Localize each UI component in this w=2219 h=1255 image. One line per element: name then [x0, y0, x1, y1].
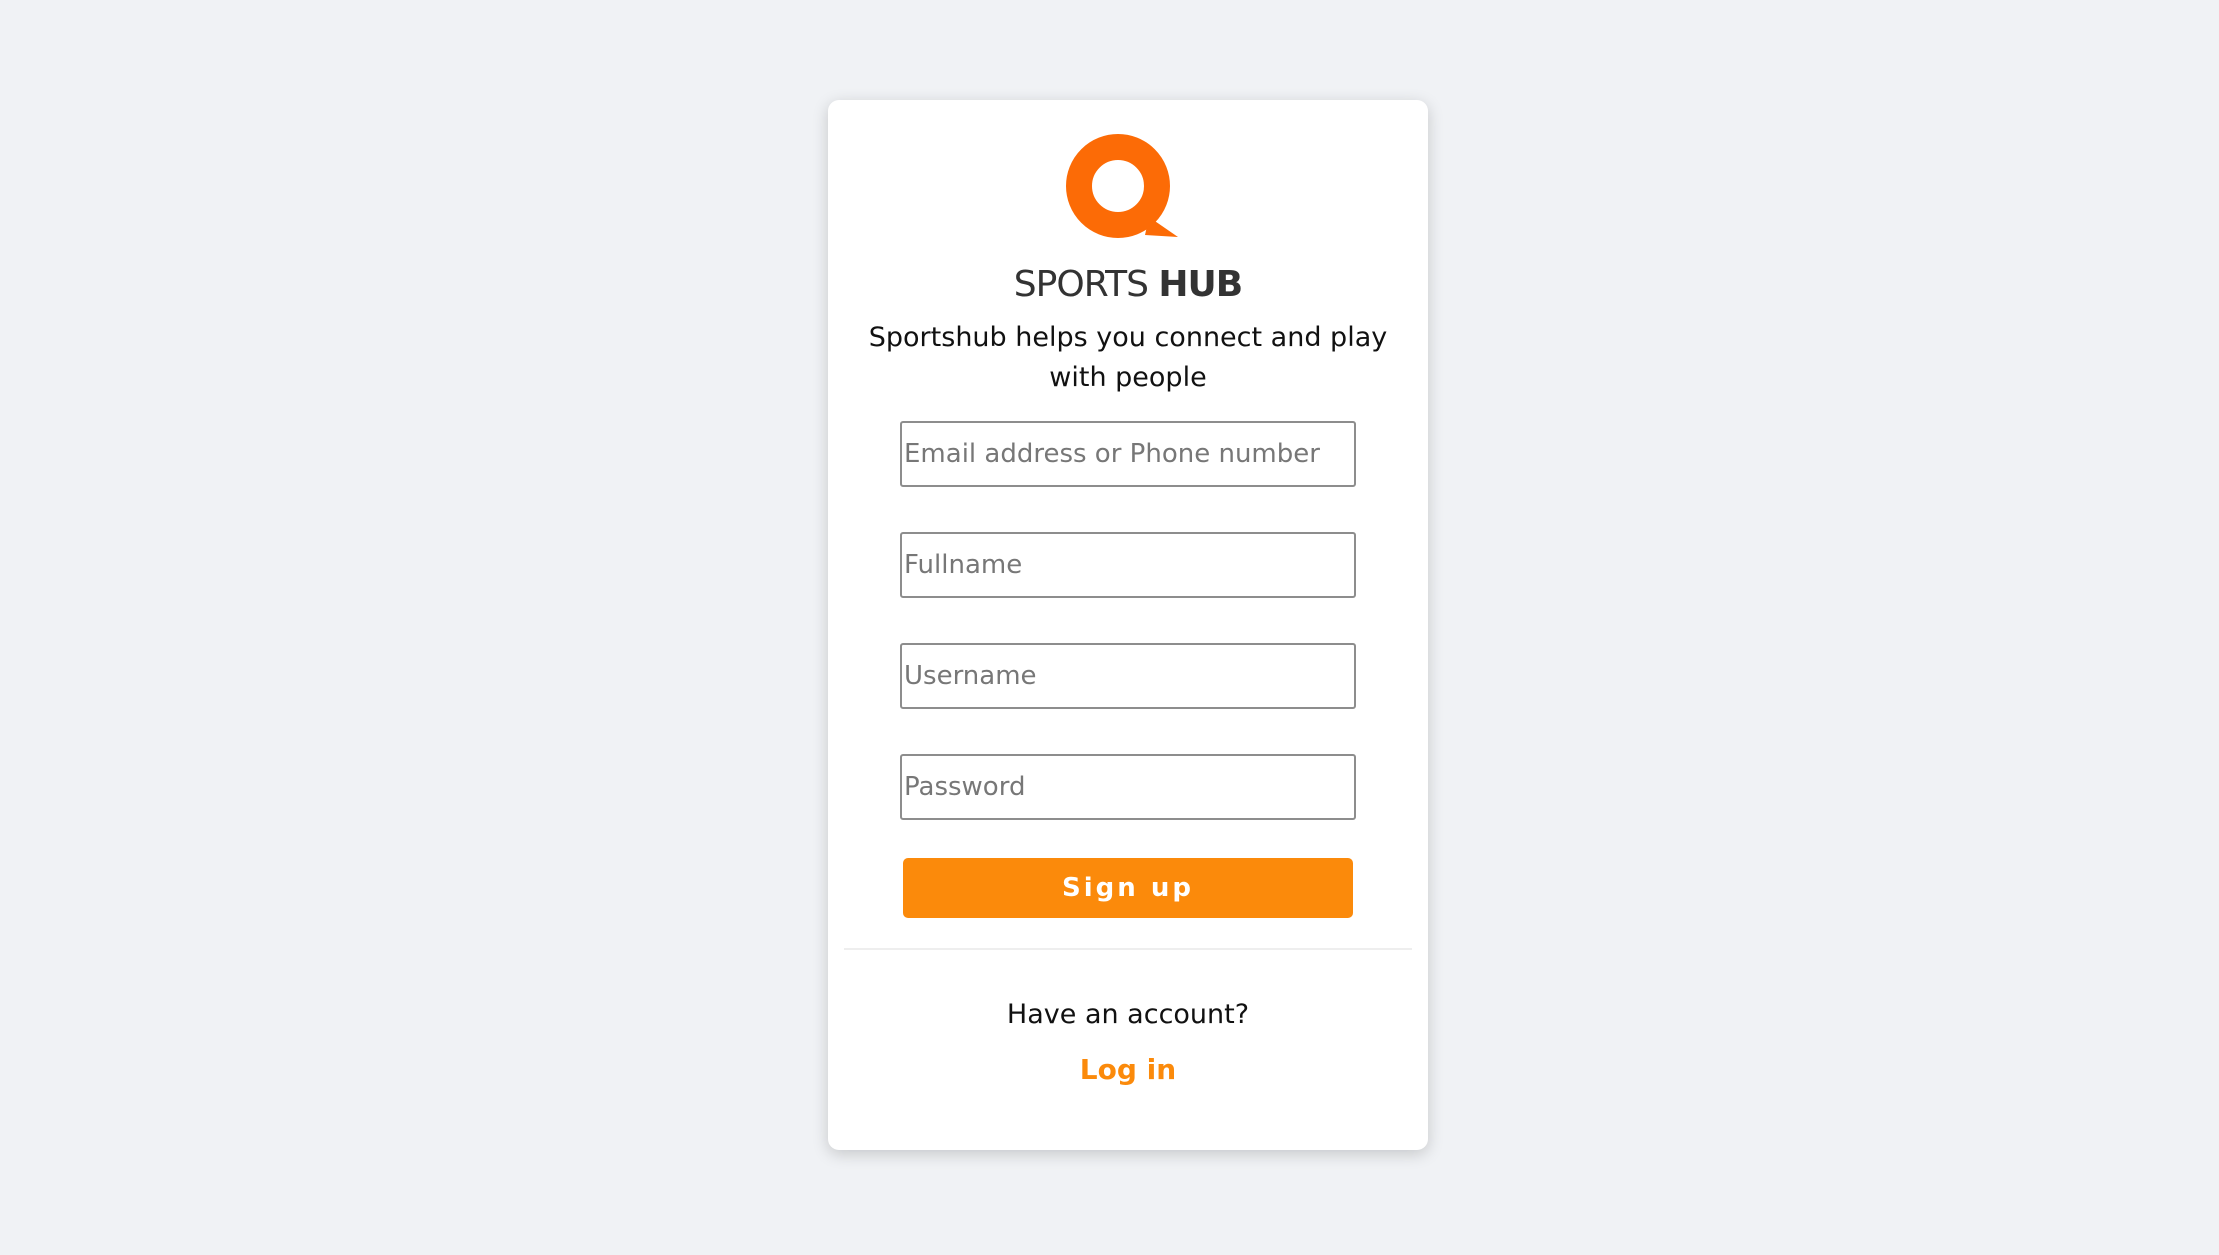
username-field[interactable] [900, 643, 1356, 709]
divider [844, 948, 1412, 950]
have-account-text: Have an account? [1006, 999, 1250, 1030]
log-in-link[interactable]: Log in [828, 1050, 1428, 1090]
brand-name-light: SPORTS [1013, 264, 1149, 305]
password-field[interactable] [900, 754, 1356, 820]
brand-wordmark: SPORTS HUB [828, 260, 1428, 310]
sportshub-logo-icon [1066, 134, 1178, 238]
sign-up-button[interactable]: Sign up [903, 858, 1353, 918]
brand-name-bold: HUB [1158, 264, 1243, 305]
fullname-field[interactable] [900, 532, 1356, 598]
tagline: Sportshub helps you connect and play wit… [868, 322, 1388, 393]
signup-card: SPORTS HUB Sportshub helps you connect a… [828, 100, 1428, 1150]
email-field[interactable] [900, 421, 1356, 487]
